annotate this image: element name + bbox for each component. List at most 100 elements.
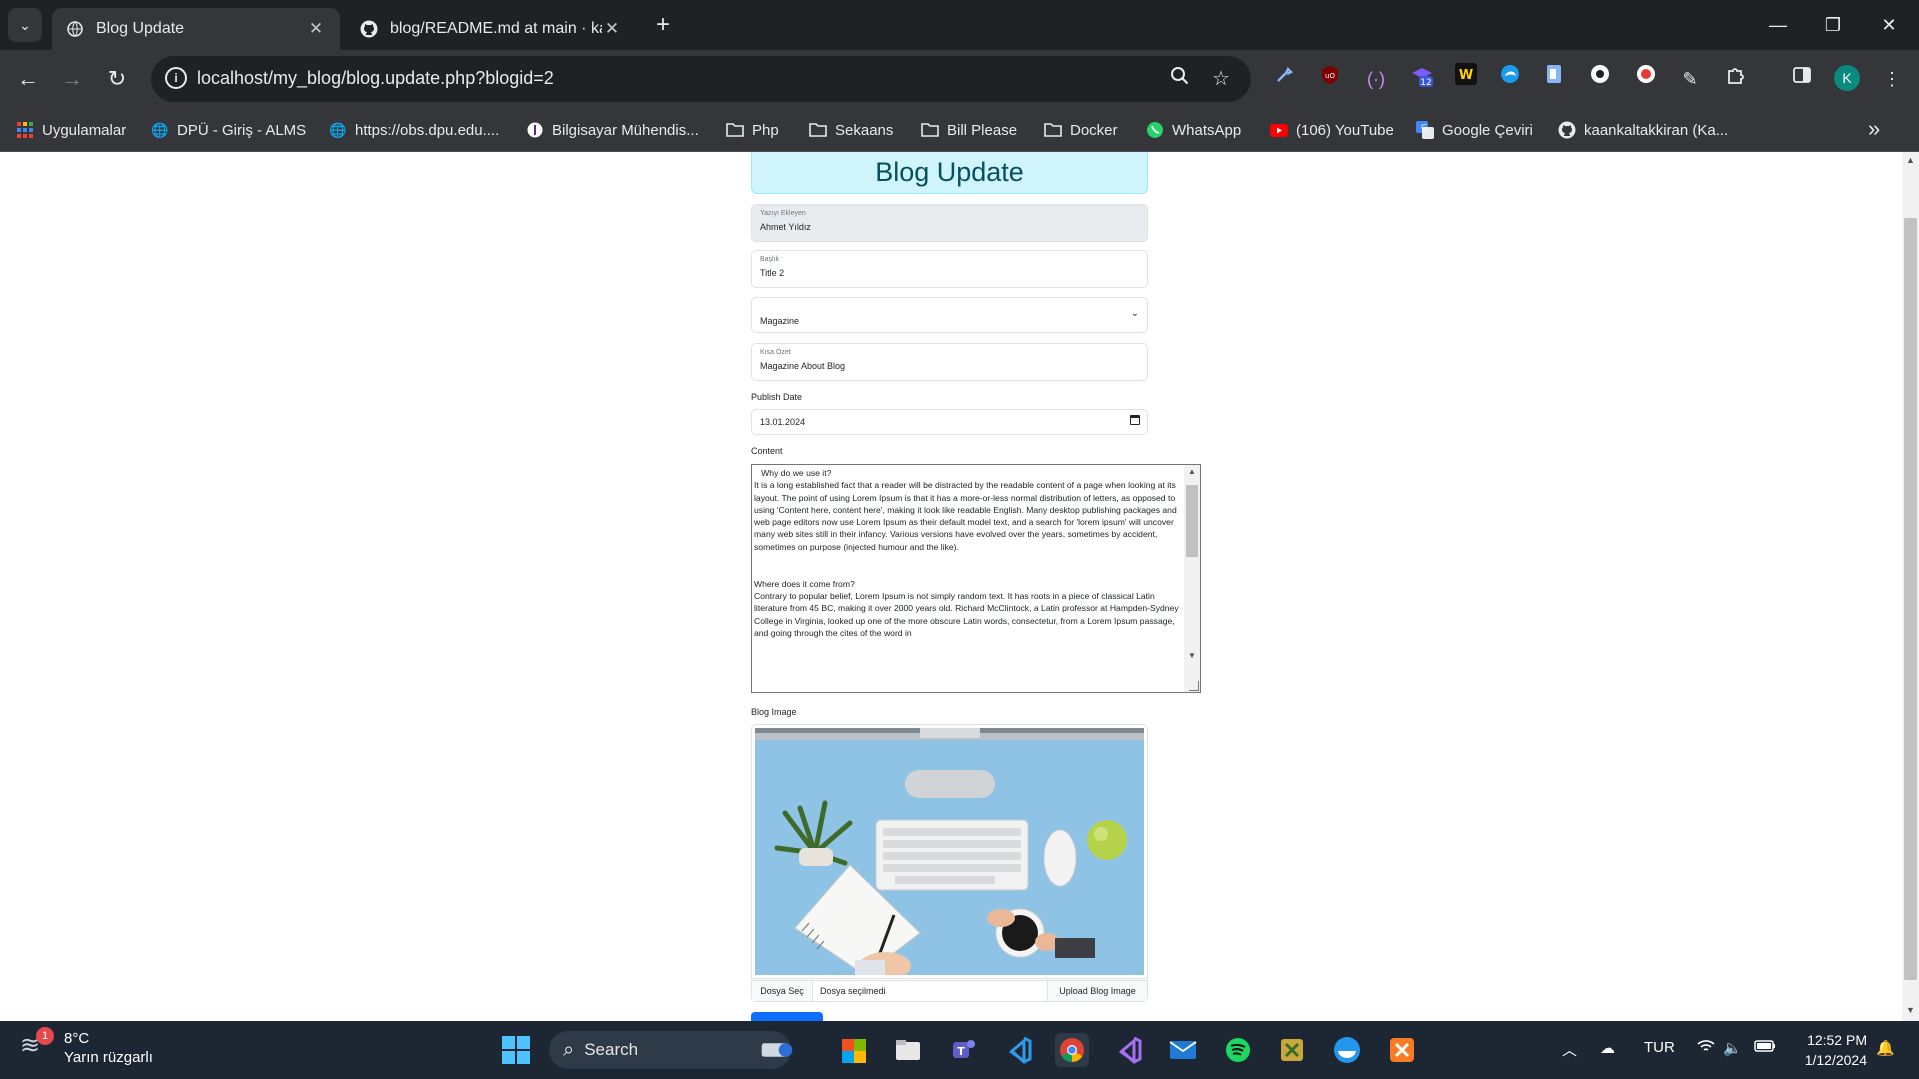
brackets-extension-icon[interactable]: (·) — [1360, 63, 1392, 95]
chrome-icon[interactable] — [1055, 1033, 1089, 1067]
bookmark-whatsapp[interactable]: WhatsApp — [1146, 108, 1241, 152]
scroll-down-icon[interactable]: ▼ — [1184, 651, 1200, 660]
xampp-icon[interactable] — [1385, 1033, 1419, 1067]
bookmark-obs[interactable]: 🌐 https://obs.dpu.edu.... — [329, 108, 499, 152]
system-clock[interactable]: 12:52 PM 1/12/2024 — [1795, 1030, 1867, 1070]
puzzle-extensions-icon[interactable] — [1720, 63, 1752, 95]
new-tab-button[interactable]: + — [650, 12, 676, 38]
choose-file-button[interactable]: Dosya Seç — [752, 981, 813, 1001]
bookmark-youtube[interactable]: (106) YouTube — [1270, 108, 1394, 152]
window-close-icon[interactable]: ✕ — [1874, 10, 1904, 40]
wifi-icon[interactable] — [1697, 1039, 1715, 1057]
summary-input[interactable]: Kısa Özet Magazine About Blog — [751, 343, 1148, 381]
close-icon[interactable]: ✕ — [602, 19, 622, 39]
scroll-up-icon[interactable]: ▲ — [1184, 467, 1200, 476]
edge-like-icon[interactable] — [1494, 63, 1526, 95]
file-explorer-icon[interactable] — [891, 1033, 925, 1067]
bookmark-star-icon[interactable]: ☆ — [1208, 66, 1234, 92]
folder-icon — [726, 121, 744, 139]
bookmark-github[interactable]: kaankaltakkiran (Ka... — [1558, 108, 1728, 152]
weather-widget[interactable]: ≋ 1 8°C Yarın rüzgarlı — [20, 1027, 153, 1067]
bookmark-bilgisayar[interactable]: Bilgisayar Mühendis... — [526, 108, 699, 152]
profile-avatar[interactable]: K — [1834, 65, 1860, 91]
onedrive-cloud-icon[interactable]: ☁ — [1600, 1039, 1615, 1057]
taskbar-search[interactable]: ⌕ Search — [549, 1031, 791, 1069]
app-tool-icon[interactable] — [1275, 1033, 1309, 1067]
docker-icon[interactable] — [1330, 1033, 1364, 1067]
restore-icon[interactable]: ❐ — [1818, 10, 1848, 40]
chevron-up-icon[interactable]: ︿ — [1562, 1039, 1577, 1060]
visual-studio-icon[interactable] — [1111, 1033, 1145, 1067]
content-text[interactable]: Why do we use it? It is a long establish… — [754, 467, 1182, 639]
category-select[interactable]: Magazine ⌄ — [751, 297, 1148, 333]
publish-date-value: 13.01.2024 — [760, 417, 806, 427]
bookmark-dpu-alms[interactable]: 🌐 DPÜ - Giriş - ALMS — [151, 108, 306, 152]
submit-button[interactable] — [751, 1012, 823, 1021]
title-label: Başlık — [760, 256, 780, 263]
input-language[interactable]: TUR — [1644, 1039, 1675, 1056]
forward-arrow-icon[interactable]: → — [56, 63, 88, 95]
side-panel-icon[interactable] — [1786, 63, 1818, 95]
spotify-icon[interactable] — [1221, 1033, 1255, 1067]
back-arrow-icon[interactable]: ← — [12, 63, 44, 95]
textarea-scroll-thumb[interactable] — [1186, 485, 1198, 557]
battery-icon[interactable] — [1754, 1039, 1776, 1057]
teams-icon[interactable]: T — [946, 1033, 980, 1067]
circle-extension-icon[interactable] — [1584, 63, 1616, 95]
chevron-double-right-icon[interactable]: » — [1868, 116, 1880, 142]
close-icon[interactable]: ✕ — [306, 19, 326, 39]
record-extension-icon[interactable] — [1630, 63, 1662, 95]
office-pre-icon[interactable] — [837, 1033, 871, 1067]
bookmark-label: (106) YouTube — [1296, 121, 1394, 139]
notification-bell-icon[interactable]: 🔔 — [1876, 1039, 1895, 1057]
svg-text:W: W — [1459, 68, 1473, 83]
page-scroll-thumb[interactable] — [1904, 218, 1917, 980]
bookmark-label: Docker — [1070, 121, 1118, 139]
address-bar[interactable]: i localhost/my_blog/blog.update.php?blog… — [151, 56, 1251, 102]
ublock-icon[interactable]: uO — [1314, 63, 1346, 95]
site-info-icon[interactable]: i — [165, 67, 187, 89]
image-upload-group: Dosya Seç Dosya seçilmedi Upload Blog Im… — [751, 980, 1148, 1002]
eyedropper-icon[interactable]: ✎ — [1674, 63, 1706, 95]
minimize-icon[interactable]: — — [1763, 10, 1793, 40]
bookmark-folder-sekaans[interactable]: Sekaans — [809, 108, 893, 152]
bookmark-folder-php[interactable]: Php — [726, 108, 779, 152]
resize-grip-icon[interactable] — [1189, 681, 1199, 691]
bookmark-folder-bill-please[interactable]: Bill Please — [921, 108, 1017, 152]
content-textarea[interactable]: Why do we use it? It is a long establish… — [751, 464, 1201, 693]
page-title: Blog Update — [751, 152, 1148, 194]
svg-text:uO: uO — [1325, 72, 1335, 80]
file-name-text[interactable]: Dosya seçilmedi — [813, 981, 1047, 1001]
svg-text:12: 12 — [1420, 78, 1431, 88]
bookmark-apps[interactable]: Uygulamalar — [16, 108, 126, 152]
scroll-down-icon[interactable]: ▼ — [1902, 1005, 1919, 1015]
tab-blog-update[interactable]: Blog Update ✕ — [52, 8, 340, 50]
scroll-up-icon[interactable]: ▲ — [1902, 155, 1919, 165]
docs-extension-icon[interactable] — [1538, 63, 1570, 95]
windows-start-icon[interactable] — [499, 1033, 533, 1067]
page-scrollbar[interactable]: ▲ ▼ — [1902, 152, 1919, 1021]
url-text[interactable]: localhost/my_blog/blog.update.php?blogid… — [197, 68, 554, 89]
notification-badge: 1 — [36, 1027, 54, 1045]
title-input[interactable]: Başlık Title 2 — [751, 250, 1148, 288]
folder-icon — [921, 121, 939, 139]
hat-extension-icon[interactable]: 12 — [1406, 63, 1438, 95]
extension-tools-icon[interactable] — [1268, 63, 1300, 95]
publish-date-input[interactable]: 13.01.2024 — [751, 409, 1148, 435]
tab-readme[interactable]: blog/README.md at main · kaa ✕ — [346, 8, 636, 50]
browser-toolbar: ← → ↻ i localhost/my_blog/blog.update.ph… — [0, 50, 1919, 108]
bookmark-folder-docker[interactable]: Docker — [1044, 108, 1118, 152]
bookmark-google-translate[interactable]: G Google Çeviri — [1416, 108, 1533, 152]
zoom-search-icon[interactable] — [1167, 66, 1193, 92]
tab-search-button[interactable]: ⌄ — [8, 8, 42, 42]
upload-image-label[interactable]: Upload Blog Image — [1047, 981, 1147, 1001]
vscode-icon[interactable] — [1001, 1033, 1035, 1067]
reload-icon[interactable]: ↻ — [101, 63, 133, 95]
mail-icon[interactable] — [1166, 1033, 1200, 1067]
volume-icon[interactable]: 🔈 — [1723, 1039, 1742, 1057]
wordtune-icon[interactable]: W — [1450, 63, 1482, 95]
menu-kebab-icon[interactable]: ⋮ — [1876, 63, 1908, 95]
clock-time: 12:52 PM — [1807, 1032, 1867, 1048]
textarea-scrollbar[interactable]: ▲ ▼ — [1184, 465, 1200, 692]
calendar-icon[interactable] — [1130, 415, 1140, 425]
